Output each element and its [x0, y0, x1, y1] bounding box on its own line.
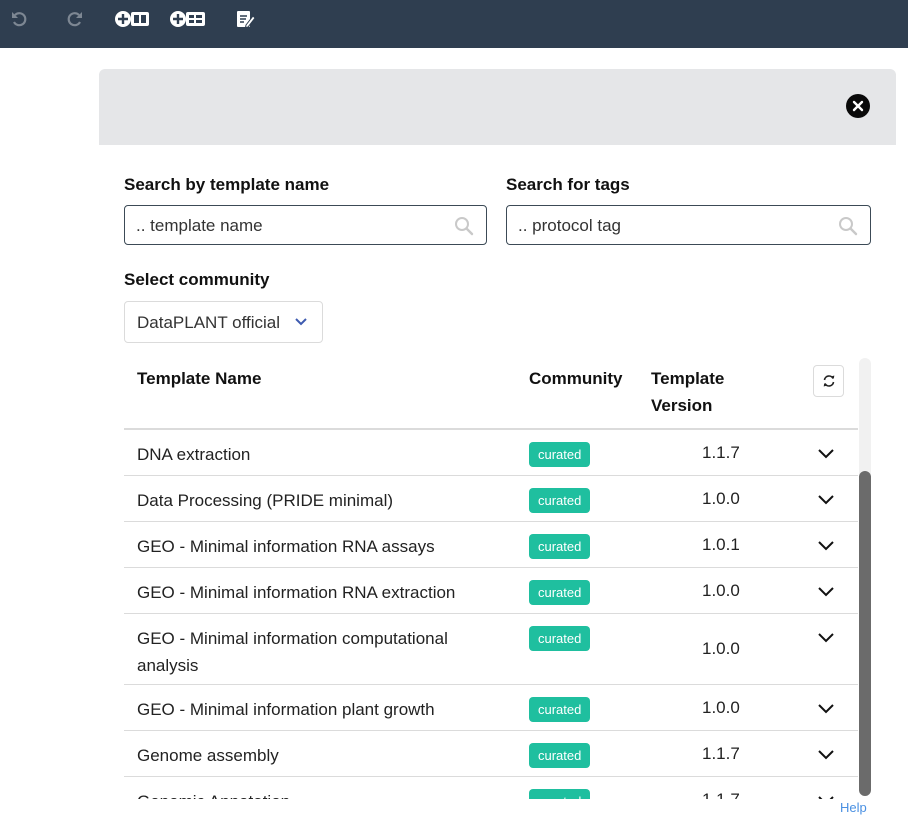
table-row[interactable]: GEO - Minimal information RNA assays cur… — [124, 522, 858, 568]
tags-input[interactable] — [518, 215, 818, 237]
table-scrollbar[interactable] — [859, 358, 871, 796]
template-name: Genome assembly — [137, 746, 279, 765]
community-tag: curated — [529, 442, 591, 467]
search-name-label: Search by template name — [124, 175, 330, 194]
community-select[interactable]: DataPLANT official — [124, 301, 323, 343]
refresh-icon — [823, 375, 834, 387]
community-tag: curated — [529, 626, 591, 651]
community-tag: curated — [529, 697, 591, 722]
column-header-version: Template Version — [651, 365, 724, 419]
column-header-version-line2: Version — [651, 396, 713, 415]
add-template-icon — [170, 11, 205, 27]
template-version: 1.0.1 — [702, 535, 740, 554]
template-version: 1.0.0 — [702, 639, 740, 658]
table-row[interactable]: GEO - Minimal information computational … — [124, 614, 858, 685]
table-row[interactable]: Data Processing (PRIDE minimal) curated … — [124, 476, 858, 522]
community-selected-value: DataPLANT official — [137, 313, 280, 332]
template-name: GEO - Minimal information plant growth — [137, 700, 435, 719]
search-icon — [839, 217, 858, 236]
template-name: Genomic Annotation — [137, 788, 507, 799]
refresh-button[interactable] — [813, 365, 844, 397]
template-name-search[interactable] — [124, 205, 487, 245]
table-row[interactable]: Genome assembly curated 1.1.7 — [124, 731, 858, 777]
chevron-down-icon[interactable] — [818, 585, 834, 597]
community-tag: curated — [529, 534, 591, 559]
template-name: Data Processing (PRIDE minimal) — [137, 491, 394, 510]
chevron-down-icon[interactable] — [818, 794, 834, 799]
edit-notes-button[interactable] — [233, 8, 257, 30]
close-icon — [852, 100, 864, 112]
template-version: 1.0.0 — [702, 489, 740, 508]
tags-search[interactable] — [506, 205, 871, 245]
search-icon — [455, 217, 474, 236]
column-header-version-line1: Template — [651, 369, 725, 388]
column-header-name: Template Name — [137, 369, 262, 388]
table-row[interactable]: GEO - Minimal information RNA extraction… — [124, 568, 858, 614]
template-version: 1.0.0 — [702, 581, 740, 600]
close-button[interactable] — [846, 94, 870, 118]
template-name: GEO - Minimal information computational … — [137, 629, 448, 675]
community-tag: curated — [529, 488, 591, 513]
community-tag: curated — [529, 789, 591, 799]
template-version: 1.1.7 — [702, 790, 740, 799]
chevron-down-icon[interactable] — [818, 748, 834, 760]
table-row[interactable]: GEO - Minimal information plant growth c… — [124, 685, 858, 731]
top-toolbar — [0, 0, 908, 48]
search-tags-label: Search for tags — [506, 175, 630, 194]
community-tag: curated — [529, 743, 591, 768]
add-building-block-button[interactable] — [114, 8, 152, 30]
chevron-down-icon[interactable] — [818, 493, 834, 505]
chevron-down-icon[interactable] — [818, 631, 834, 643]
column-header-community: Community — [529, 369, 623, 388]
scrollbar-thumb[interactable] — [859, 471, 871, 796]
template-version: 1.1.7 — [702, 744, 740, 763]
template-table: Template Name Community Template Version… — [124, 359, 858, 799]
redo-icon — [67, 12, 82, 27]
template-name: GEO - Minimal information RNA assays — [137, 537, 435, 556]
community-label: Select community — [124, 270, 270, 289]
panel-header — [99, 69, 896, 145]
help-link[interactable]: Help — [840, 800, 867, 815]
template-name: GEO - Minimal information RNA extraction — [137, 583, 456, 602]
table-row[interactable]: Genomic Annotation curated 1.1.7 — [124, 777, 858, 799]
table-row[interactable]: DNA extraction curated 1.1.7 — [124, 430, 858, 476]
template-version: 1.1.7 — [702, 443, 740, 462]
edit-notes-icon — [237, 11, 256, 29]
chevron-down-icon[interactable] — [818, 447, 834, 459]
chevron-down-icon — [295, 318, 307, 326]
undo-icon — [12, 12, 27, 27]
add-template-button[interactable] — [169, 8, 207, 30]
community-tag: curated — [529, 580, 591, 605]
template-name-input[interactable] — [136, 215, 436, 237]
add-building-block-icon — [115, 11, 149, 27]
template-name: DNA extraction — [137, 445, 251, 464]
template-version: 1.0.0 — [702, 698, 740, 717]
chevron-down-icon[interactable] — [818, 702, 834, 714]
template-search-panel: Search by template name Search for tags … — [99, 69, 896, 829]
chevron-down-icon[interactable] — [818, 539, 834, 551]
redo-button[interactable] — [64, 8, 86, 30]
undo-button[interactable] — [8, 8, 30, 30]
